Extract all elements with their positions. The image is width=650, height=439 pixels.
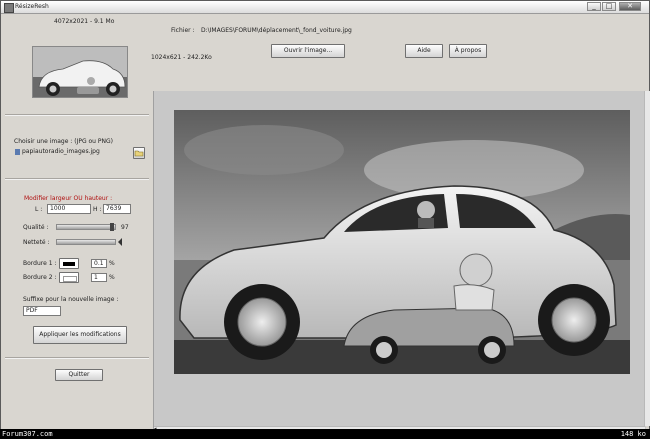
thumbnail-preview — [32, 46, 128, 98]
site-watermark: Forum307.com — [2, 430, 53, 438]
close-button[interactable]: ✕ — [619, 2, 641, 11]
border2-percent: % — [109, 274, 115, 281]
border2-color-swatch — [63, 276, 77, 282]
border2-color-button[interactable] — [59, 272, 79, 283]
sharpness-slider-thumb[interactable] — [118, 238, 122, 246]
border1-input[interactable]: 0.1 — [91, 259, 107, 268]
height-label: H : — [93, 206, 102, 213]
image-canvas — [153, 91, 646, 439]
minimize-button[interactable]: _ — [587, 2, 601, 11]
watermark-bar: Forum307.com 148 ko — [0, 429, 650, 439]
border1-percent: % — [109, 260, 115, 267]
separator — [5, 114, 149, 116]
sharpness-label: Netteté : — [23, 239, 50, 246]
browse-button[interactable] — [133, 147, 145, 159]
border2-label: Bordure 2 : — [23, 274, 57, 281]
settings-panel: 4072x2021 - 9.1 Mo Choisir une image : (… — [1, 14, 153, 426]
choose-image-label: Choisir une image : (JPG ou PNG) — [14, 138, 113, 145]
width-label: L : — [35, 206, 43, 213]
file-path: D:\IMAGES\FORUM\déplacement\_fond_voitur… — [201, 27, 352, 34]
suffix-input[interactable]: PDF — [23, 306, 61, 316]
vertical-scrollbar[interactable] — [644, 91, 650, 426]
width-input[interactable]: 1000 — [47, 204, 91, 214]
quality-slider-thumb[interactable] — [110, 223, 114, 231]
original-dimensions: 4072x2021 - 9.1 Mo — [54, 18, 115, 25]
thumbnail-image — [33, 47, 127, 97]
height-input[interactable]: 7639 — [103, 204, 131, 214]
apply-changes-button[interactable]: Appliquer les modifications — [33, 326, 127, 344]
suffix-label: Suffixe pour la nouvelle image : — [23, 296, 119, 303]
new-image-dimensions: 1024x621 - 242.2Ko — [151, 54, 212, 61]
modify-size-label: Modifier largeur OU hauteur : — [24, 195, 113, 202]
open-image-button[interactable]: Ouvrir l'image... — [271, 44, 345, 58]
window-title: RésizeResh — [15, 3, 49, 10]
quality-value: 97 — [121, 224, 129, 231]
sharpness-slider[interactable] — [56, 239, 116, 245]
quality-slider[interactable] — [56, 224, 116, 230]
title-bar: RésizeResh _ □ ✕ — [1, 1, 649, 14]
maximize-button[interactable]: □ — [602, 2, 616, 11]
app-icon — [4, 3, 14, 13]
file-name-field[interactable]: papiautoradio_images.jpg — [13, 148, 131, 158]
app-window: RésizeResh _ □ ✕ 4072x2021 - 9.1 Mo Choi… — [0, 0, 650, 439]
preview-frame — [174, 110, 630, 374]
preview-image — [174, 110, 630, 374]
help-button[interactable]: Aide — [405, 44, 443, 58]
folder-icon — [134, 150, 144, 157]
file-label: Fichier : — [171, 27, 195, 34]
quality-label: Qualité : — [23, 224, 49, 231]
main-area: Fichier : D:\IMAGES\FORUM\déplacement\_f… — [151, 14, 649, 439]
border1-color-button[interactable] — [59, 258, 79, 269]
border2-input[interactable]: 1 — [91, 273, 107, 282]
file-icon — [15, 148, 20, 155]
quit-button[interactable]: Quitter — [55, 369, 103, 381]
file-size-label: 148 ko — [620, 430, 646, 438]
border1-color-swatch — [63, 262, 75, 266]
about-button[interactable]: À propos — [449, 44, 487, 58]
separator — [5, 178, 149, 180]
separator — [5, 357, 149, 359]
border1-label: Bordure 1 : — [23, 260, 57, 267]
